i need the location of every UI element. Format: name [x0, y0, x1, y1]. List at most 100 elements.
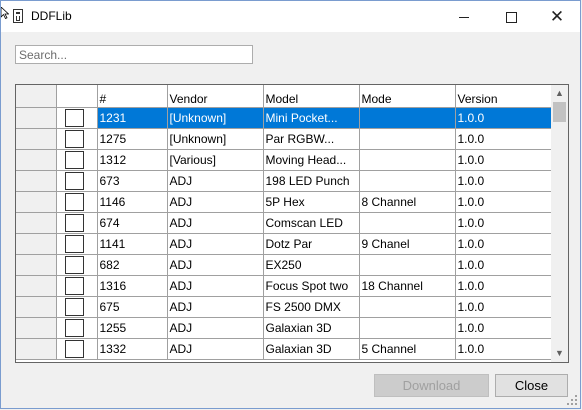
- table-row[interactable]: 1146 ADJ 5P Hex 8 Channel 1.0.0: [16, 191, 552, 213]
- cell-version[interactable]: 1.0.0: [455, 191, 552, 213]
- cell-version[interactable]: 1.0.0: [455, 128, 552, 150]
- cell-number[interactable]: 1146: [97, 191, 168, 213]
- cell-vendor[interactable]: ADJ: [167, 254, 264, 276]
- cell-mode[interactable]: 9 Chanel: [359, 233, 456, 255]
- cell-vendor[interactable]: [Various]: [167, 149, 264, 171]
- fixture-table[interactable]: # Vendor Model Mode Version 1231 [Unknown…: [15, 84, 569, 363]
- cell-vendor[interactable]: ADJ: [167, 317, 264, 339]
- cell-version[interactable]: 1.0.0: [455, 107, 552, 129]
- cell-model[interactable]: Dotz Par: [263, 233, 360, 255]
- row-header[interactable]: [16, 275, 57, 297]
- scroll-down-arrow-icon[interactable]: ▼: [551, 345, 568, 362]
- row-header[interactable]: [16, 128, 57, 150]
- row-header[interactable]: [16, 170, 57, 192]
- column-header-vendor[interactable]: Vendor: [167, 85, 264, 108]
- close-window-button[interactable]: ✕: [534, 1, 580, 32]
- row-header[interactable]: [16, 338, 57, 360]
- cell-number[interactable]: 1316: [97, 275, 168, 297]
- cell-model[interactable]: Comscan LED: [263, 212, 360, 234]
- cell-vendor[interactable]: [Unknown]: [167, 107, 264, 129]
- cell-version[interactable]: 1.0.0: [455, 170, 552, 192]
- row-header[interactable]: [16, 317, 57, 339]
- table-row[interactable]: 675 ADJ FS 2500 DMX 1.0.0: [16, 296, 552, 318]
- cell-model[interactable]: EX250: [263, 254, 360, 276]
- maximize-button[interactable]: [488, 1, 534, 32]
- cell-model[interactable]: Focus Spot two: [263, 275, 360, 297]
- column-header-version[interactable]: Version: [455, 85, 552, 108]
- close-button[interactable]: Close: [495, 374, 568, 397]
- row-checkbox[interactable]: [64, 151, 84, 169]
- cell-number[interactable]: 1312: [97, 149, 168, 171]
- table-row[interactable]: 1316 ADJ Focus Spot two 18 Channel 1.0.0: [16, 275, 552, 297]
- cell-number[interactable]: 1231: [97, 107, 168, 129]
- column-header-number[interactable]: #: [97, 85, 168, 108]
- row-checkbox[interactable]: [64, 172, 84, 190]
- row-checkbox[interactable]: [64, 214, 84, 232]
- cell-version[interactable]: 1.0.0: [455, 317, 552, 339]
- resize-grip-icon[interactable]: [567, 395, 577, 405]
- cell-mode[interactable]: [359, 212, 456, 234]
- row-checkbox[interactable]: [64, 256, 84, 274]
- cell-version[interactable]: 1.0.0: [455, 296, 552, 318]
- cell-number[interactable]: 674: [97, 212, 168, 234]
- cell-vendor[interactable]: [Unknown]: [167, 128, 264, 150]
- minimize-button[interactable]: [441, 1, 487, 32]
- cell-mode[interactable]: 18 Channel: [359, 275, 456, 297]
- cell-version[interactable]: 1.0.0: [455, 275, 552, 297]
- cell-vendor[interactable]: ADJ: [167, 275, 264, 297]
- table-row[interactable]: 674 ADJ Comscan LED 1.0.0: [16, 212, 552, 234]
- cell-version[interactable]: 1.0.0: [455, 212, 552, 234]
- cell-vendor[interactable]: ADJ: [167, 170, 264, 192]
- cell-mode[interactable]: [359, 128, 456, 150]
- cell-vendor[interactable]: ADJ: [167, 296, 264, 318]
- table-row[interactable]: 1312 [Various] Moving Head... 1.0.0: [16, 149, 552, 171]
- row-checkbox[interactable]: [64, 319, 84, 337]
- download-button[interactable]: Download: [374, 374, 489, 397]
- row-checkbox[interactable]: [64, 277, 84, 295]
- cell-mode[interactable]: [359, 107, 456, 129]
- row-header[interactable]: [16, 296, 57, 318]
- cell-model[interactable]: Moving Head...: [263, 149, 360, 171]
- row-checkbox[interactable]: [64, 298, 84, 316]
- cell-mode[interactable]: [359, 317, 456, 339]
- cell-version[interactable]: 1.0.0: [455, 254, 552, 276]
- row-header[interactable]: [16, 254, 57, 276]
- cell-number[interactable]: 1332: [97, 338, 168, 360]
- row-header[interactable]: [16, 107, 57, 129]
- cell-mode[interactable]: [359, 296, 456, 318]
- cell-model[interactable]: 5P Hex: [263, 191, 360, 213]
- scrollbar-thumb[interactable]: [553, 102, 566, 122]
- title-bar[interactable]: DDFLib ✕: [1, 1, 580, 32]
- cell-mode[interactable]: [359, 254, 456, 276]
- column-header-mode[interactable]: Mode: [359, 85, 456, 108]
- cell-mode[interactable]: [359, 149, 456, 171]
- row-checkbox[interactable]: [64, 235, 84, 253]
- row-header[interactable]: [16, 233, 57, 255]
- table-row[interactable]: 682 ADJ EX250 1.0.0: [16, 254, 552, 276]
- cell-number[interactable]: 1255: [97, 317, 168, 339]
- cell-model[interactable]: Galaxian 3D: [263, 338, 360, 360]
- row-checkbox[interactable]: [64, 109, 84, 127]
- cell-number[interactable]: 675: [97, 296, 168, 318]
- cell-mode[interactable]: 8 Channel: [359, 191, 456, 213]
- cell-version[interactable]: 1.0.0: [455, 233, 552, 255]
- cell-number[interactable]: 1275: [97, 128, 168, 150]
- cell-version[interactable]: 1.0.0: [455, 149, 552, 171]
- cell-number[interactable]: 1141: [97, 233, 168, 255]
- row-checkbox[interactable]: [64, 193, 84, 211]
- search-input[interactable]: [15, 45, 253, 64]
- table-row[interactable]: 673 ADJ 198 LED Punch 1.0.0: [16, 170, 552, 192]
- table-row[interactable]: 1231 [Unknown] Mini Pocket... 1.0.0: [16, 107, 552, 129]
- row-checkbox[interactable]: [64, 340, 84, 358]
- table-row[interactable]: 1332 ADJ Galaxian 3D 5 Channel 1.0.0: [16, 338, 552, 360]
- cell-model[interactable]: Par RGBW...: [263, 128, 360, 150]
- cell-number[interactable]: 682: [97, 254, 168, 276]
- cell-version[interactable]: 1.0.0: [455, 338, 552, 360]
- column-header-model[interactable]: Model: [263, 85, 360, 108]
- table-row[interactable]: 1255 ADJ Galaxian 3D 1.0.0: [16, 317, 552, 339]
- cell-model[interactable]: Galaxian 3D: [263, 317, 360, 339]
- cell-mode[interactable]: 5 Channel: [359, 338, 456, 360]
- cell-vendor[interactable]: ADJ: [167, 338, 264, 360]
- cell-model[interactable]: Mini Pocket...: [263, 107, 360, 129]
- cell-model[interactable]: FS 2500 DMX: [263, 296, 360, 318]
